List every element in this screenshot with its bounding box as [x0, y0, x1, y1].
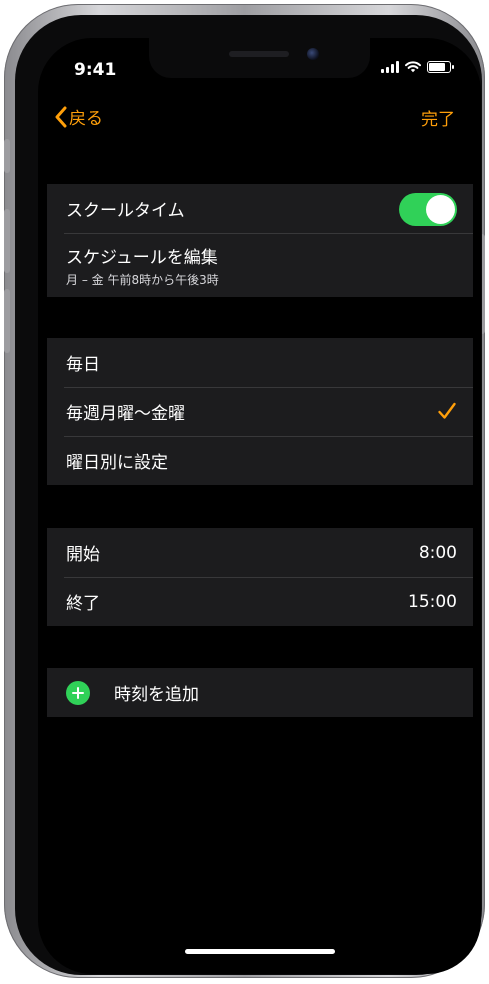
status-icons [381, 61, 454, 73]
home-indicator[interactable] [185, 949, 335, 954]
status-time: 9:41 [74, 60, 117, 80]
add-time-group: 時刻を追加 [47, 668, 473, 717]
back-button[interactable]: 戻る [54, 104, 103, 129]
repeat-option-weekdays[interactable]: 毎週月曜〜金曜 [47, 387, 473, 436]
end-time-row[interactable]: 終了 15:00 [47, 577, 473, 626]
speaker-grille [229, 51, 289, 57]
silent-switch [4, 139, 10, 173]
volume-up-button [4, 209, 10, 273]
end-time-value: 15:00 [408, 591, 457, 612]
repeat-options-group: 毎日 毎週月曜〜金曜 曜日別に設定 [47, 338, 473, 485]
start-time-label: 開始 [66, 545, 100, 565]
add-time-button[interactable]: 時刻を追加 [47, 668, 473, 717]
time-range-group: 開始 8:00 終了 15:00 [47, 528, 473, 626]
done-button[interactable]: 完了 [421, 105, 455, 130]
add-time-label: 時刻を追加 [114, 685, 199, 705]
start-time-value: 8:00 [418, 542, 457, 563]
schooltime-toggle[interactable] [399, 193, 457, 226]
phone-bezel: 9:41 戻る 完了 スクールタイム スケジュールを編集 月 – 金 午前8時か… [15, 15, 482, 975]
back-button-label: 戻る [69, 109, 103, 129]
battery-icon [427, 61, 454, 73]
repeat-option-label: 曜日別に設定 [66, 453, 168, 473]
schooltime-group: スクールタイム スケジュールを編集 月 – 金 午前8時から午後3時 [47, 184, 473, 297]
wifi-icon [405, 61, 421, 73]
toggle-knob [426, 195, 455, 224]
repeat-option-label: 毎週月曜〜金曜 [66, 404, 185, 424]
edit-schedule-row[interactable]: スケジュールを編集 月 – 金 午前8時から午後3時 [47, 233, 473, 297]
schooltime-label: スクールタイム [66, 201, 185, 221]
battery-level [429, 63, 445, 71]
cellular-signal-icon [381, 61, 399, 73]
start-time-row[interactable]: 開始 8:00 [47, 528, 473, 577]
edit-schedule-label: スケジュールを編集 [66, 247, 218, 268]
navigation-bar: 戻る 完了 [38, 104, 481, 134]
phone-frame: 9:41 戻る 完了 スクールタイム スケジュールを編集 月 – 金 午前8時か… [4, 4, 485, 978]
end-time-label: 終了 [66, 594, 100, 614]
front-camera [307, 48, 319, 60]
chevron-left-icon [55, 106, 67, 127]
screen: 9:41 戻る 完了 スクールタイム スケジュールを編集 月 – 金 午前8時か… [38, 38, 481, 974]
schedule-summary: 月 – 金 午前8時から午後3時 [66, 272, 219, 287]
plus-circle-icon [66, 680, 90, 705]
repeat-option-custom[interactable]: 曜日別に設定 [47, 436, 473, 485]
repeat-option-every-day[interactable]: 毎日 [47, 338, 473, 387]
volume-down-button [4, 289, 10, 353]
repeat-option-label: 毎日 [66, 355, 100, 375]
schooltime-row: スクールタイム [47, 184, 473, 233]
notch [149, 38, 370, 78]
checkmark-icon [438, 402, 456, 419]
